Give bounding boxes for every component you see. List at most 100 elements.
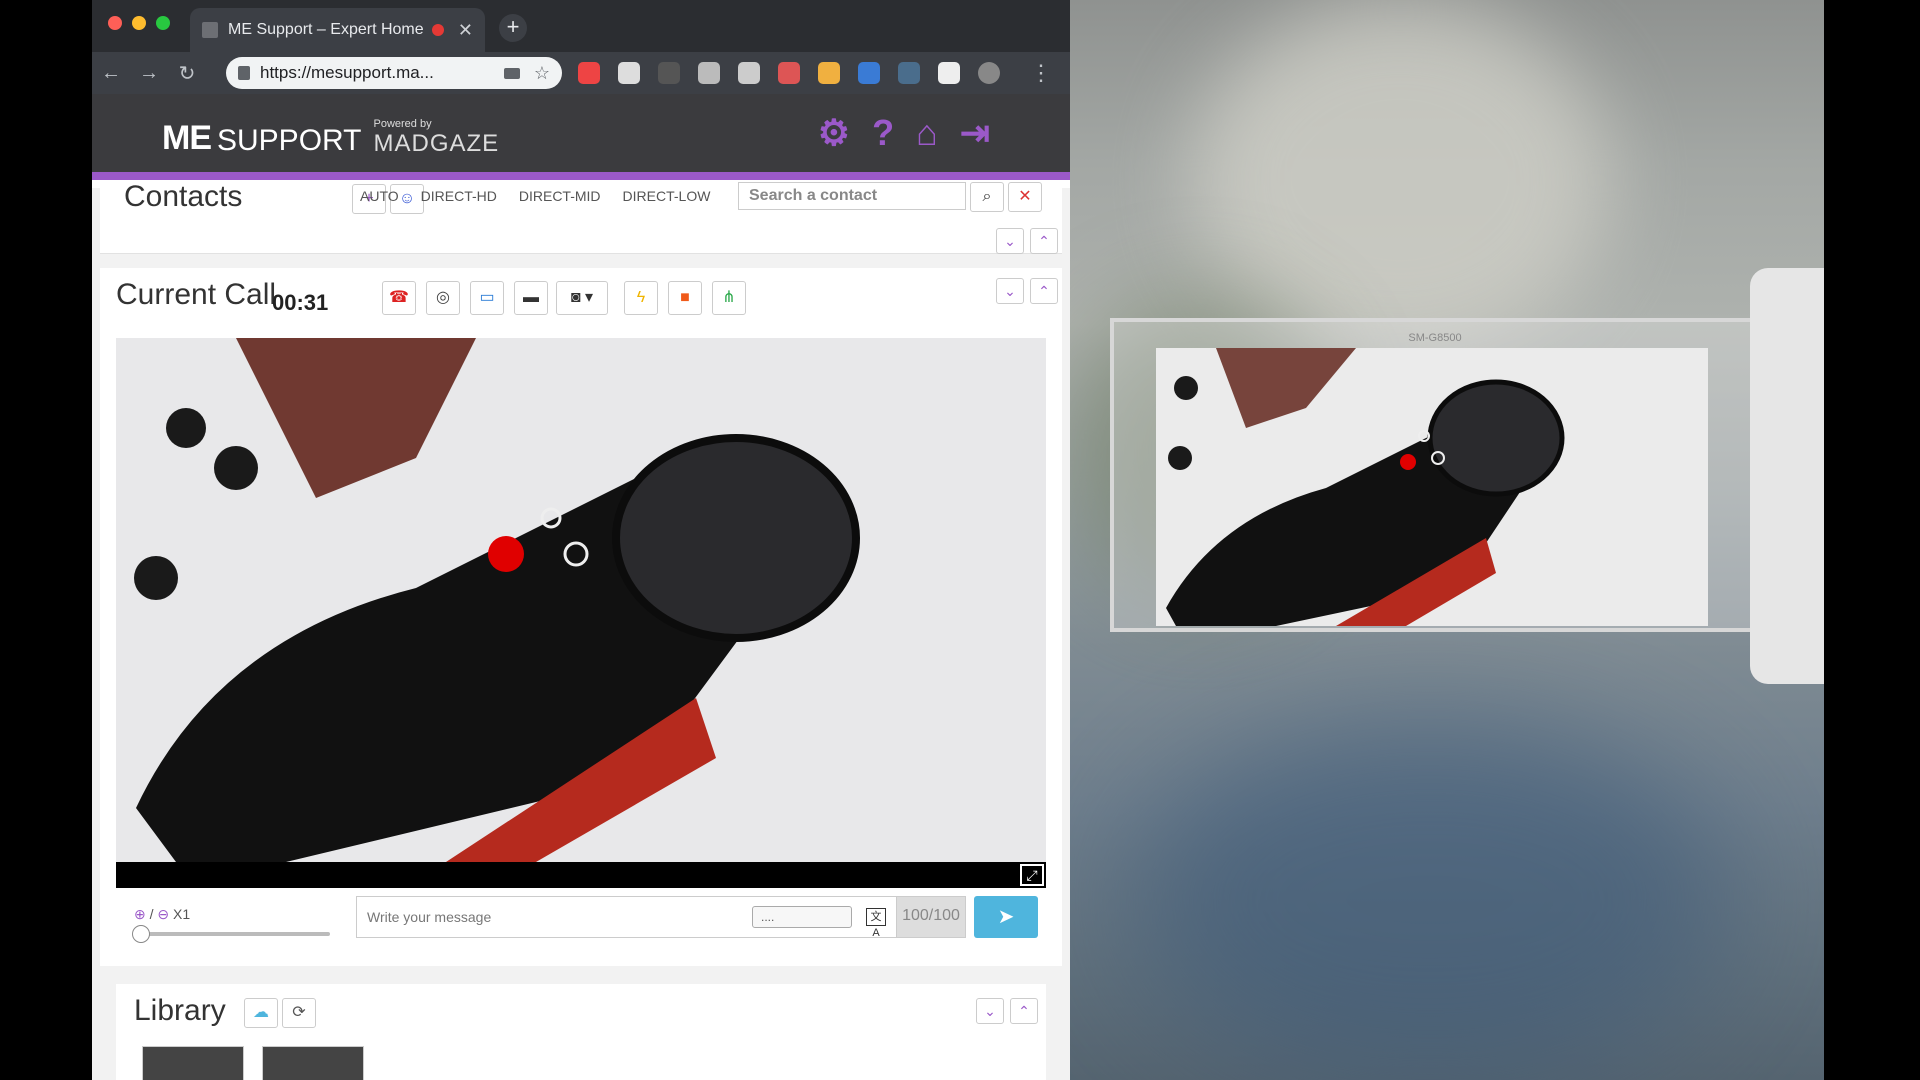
extension-icon[interactable] bbox=[938, 62, 960, 84]
brand-text: MADGAZE bbox=[373, 130, 500, 157]
help-icon[interactable]: ? bbox=[872, 112, 894, 154]
collapse-up-icon[interactable]: ⌃ bbox=[1010, 998, 1038, 1024]
quality-mode-group: AUTO DIRECT-HD DIRECT-MID DIRECT-LOW bbox=[360, 188, 710, 204]
translate-icon[interactable]: 文A bbox=[866, 908, 886, 939]
smart-glasses-display: SM-G8500 bbox=[1110, 318, 1760, 632]
hangup-icon[interactable]: ☎ bbox=[382, 281, 416, 315]
back-icon[interactable]: ← bbox=[92, 62, 130, 85]
headset-clip bbox=[1750, 268, 1824, 684]
maximize-window-button[interactable] bbox=[156, 16, 170, 30]
header-actions: ⚙ ? ⌂ ⇥ bbox=[818, 112, 990, 154]
remote-video-feed[interactable]: ⤢ bbox=[116, 338, 1046, 888]
extension-icon[interactable] bbox=[898, 62, 920, 84]
library-panel: Library ☁ ⟳ ⌄ ⌃ bbox=[116, 984, 1046, 1080]
new-tab-button[interactable]: + bbox=[499, 14, 527, 42]
current-call-panel: Current Call 00:31 ☎ ◎ ▭ ▬ ◙ ▾ ϟ ■ ⋔ ⌄ ⌃ bbox=[100, 268, 1062, 966]
collapse-down-icon[interactable]: ⌄ bbox=[976, 998, 1004, 1024]
contacts-panel: Contacts + ☺ AUTO DIRECT-HD DIRECT-MID D… bbox=[100, 180, 1062, 254]
device-screen-image bbox=[1156, 348, 1708, 626]
browser-toolbar: ← → ↻ https://mesupport.ma... ☆ ⋮ bbox=[92, 52, 1070, 94]
favicon-icon bbox=[202, 22, 218, 38]
logo-me-text: ME bbox=[162, 119, 212, 157]
device-label: SM-G8500 bbox=[1408, 332, 1462, 344]
background-blur bbox=[1130, 720, 1730, 1080]
current-call-title: Current Call bbox=[116, 278, 277, 311]
me-support-logo[interactable]: ME SUPPORT Powered by MADGAZE bbox=[162, 118, 499, 158]
browser-window: ME Support – Expert Home ✕ + ← → ↻ https… bbox=[92, 0, 1070, 1080]
library-title: Library bbox=[134, 994, 226, 1027]
collapse-down-icon[interactable]: ⌄ bbox=[996, 278, 1024, 304]
share-icon[interactable]: ⋔ bbox=[712, 281, 746, 315]
extension-icon[interactable] bbox=[578, 62, 600, 84]
address-bar[interactable]: https://mesupport.ma... ☆ bbox=[226, 57, 562, 89]
camera-scene: SM-G8500 bbox=[1070, 0, 1824, 1080]
send-icon: ➤ bbox=[997, 906, 1015, 928]
zoom-slider-knob[interactable] bbox=[132, 925, 150, 943]
background-blur bbox=[1190, 0, 1610, 360]
main-content: Contacts + ☺ AUTO DIRECT-HD DIRECT-MID D… bbox=[92, 180, 1070, 1080]
extension-icon[interactable] bbox=[818, 62, 840, 84]
browser-titlebar: ME Support – Expert Home ✕ + bbox=[92, 0, 1070, 52]
send-button[interactable]: ➤ bbox=[974, 896, 1038, 938]
screen: ME Support – Expert Home ✕ + ← → ↻ https… bbox=[0, 0, 1920, 1080]
app-header: ME SUPPORT Powered by MADGAZE ⚙ ? ⌂ ⇥ bbox=[92, 94, 1070, 180]
extension-icon[interactable] bbox=[698, 62, 720, 84]
extension-icon[interactable] bbox=[738, 62, 760, 84]
reload-icon[interactable]: ↻ bbox=[168, 61, 206, 86]
collapse-up-icon[interactable]: ⌃ bbox=[1030, 278, 1058, 304]
home-icon[interactable]: ⌂ bbox=[916, 112, 938, 154]
collapse-down-icon[interactable]: ⌄ bbox=[996, 228, 1024, 254]
letterbox-right bbox=[1824, 0, 1920, 1080]
video-controls-bar bbox=[116, 862, 1046, 888]
mode-direct-low[interactable]: DIRECT-LOW bbox=[623, 188, 711, 204]
extension-icon[interactable] bbox=[658, 62, 680, 84]
browser-menu-icon[interactable]: ⋮ bbox=[1030, 60, 1052, 86]
screen-share-icon[interactable]: ▭ bbox=[470, 281, 504, 315]
settings-gear-icon[interactable]: ⚙ bbox=[818, 112, 850, 154]
zoom-slider[interactable] bbox=[132, 925, 330, 943]
browser-tab[interactable]: ME Support – Expert Home ✕ bbox=[190, 8, 485, 52]
forward-icon[interactable]: → bbox=[130, 62, 168, 85]
close-window-button[interactable] bbox=[108, 16, 122, 30]
extension-icon[interactable] bbox=[858, 62, 880, 84]
close-tab-icon[interactable]: ✕ bbox=[458, 20, 473, 41]
bookmark-star-icon[interactable]: ☆ bbox=[534, 63, 550, 84]
char-counter: 100/100 bbox=[896, 896, 966, 938]
upload-cloud-icon[interactable]: ☁ bbox=[244, 998, 278, 1028]
extension-icon[interactable] bbox=[778, 62, 800, 84]
extensions-bar bbox=[578, 62, 1000, 84]
extension-icon[interactable] bbox=[618, 62, 640, 84]
mode-direct-mid[interactable]: DIRECT-MID bbox=[519, 188, 601, 204]
zoom-level: X1 bbox=[173, 906, 191, 922]
mode-auto[interactable]: AUTO bbox=[360, 188, 399, 204]
minimize-window-button[interactable] bbox=[132, 16, 146, 30]
tab-title: ME Support – Expert Home bbox=[228, 21, 424, 38]
zoom-controls: ⊕ / ⊖ X1 bbox=[134, 906, 191, 922]
clear-search-icon[interactable]: ✕ bbox=[1008, 182, 1042, 212]
profile-avatar[interactable] bbox=[978, 62, 1000, 84]
refresh-icon[interactable]: ⟳ bbox=[282, 998, 316, 1028]
laptop-icon[interactable]: ▬ bbox=[514, 281, 548, 315]
collapse-up-icon[interactable]: ⌃ bbox=[1030, 228, 1058, 254]
video-frame bbox=[116, 338, 1046, 862]
video-camera-icon[interactable]: ■ bbox=[668, 281, 702, 315]
language-select[interactable]: .... bbox=[752, 906, 852, 928]
device-screen bbox=[1156, 348, 1708, 626]
camera-icon[interactable] bbox=[503, 67, 520, 79]
snapshot-icon[interactable]: ◙ ▾ bbox=[556, 281, 608, 315]
search-icon[interactable]: ⌕ bbox=[970, 182, 1004, 212]
mode-direct-hd[interactable]: DIRECT-HD bbox=[421, 188, 497, 204]
zoom-in-icon[interactable]: ⊕ bbox=[134, 906, 146, 922]
library-thumbnail[interactable] bbox=[142, 1046, 244, 1080]
logout-icon[interactable]: ⇥ bbox=[960, 112, 990, 154]
contacts-title: Contacts bbox=[124, 180, 243, 213]
hide-video-icon[interactable]: ◎ bbox=[426, 281, 460, 315]
fullscreen-icon[interactable]: ⤢ bbox=[1020, 864, 1044, 886]
lock-icon bbox=[238, 66, 250, 80]
contact-search-input[interactable]: Search a contact bbox=[738, 182, 966, 210]
flash-icon[interactable]: ϟ bbox=[624, 281, 658, 315]
zoom-out-icon[interactable]: ⊖ bbox=[157, 906, 169, 922]
library-thumbnail[interactable] bbox=[262, 1046, 364, 1080]
recording-icon bbox=[431, 24, 444, 36]
powered-by-text: Powered by bbox=[373, 118, 432, 130]
